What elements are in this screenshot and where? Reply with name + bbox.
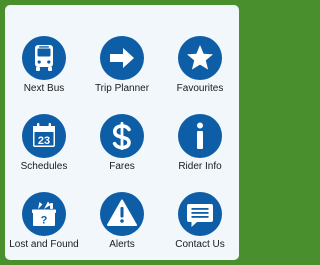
menu-grid: Next Bus Trip Planner Favourites 23 Sche… [5,5,239,260]
menu-item-schedules[interactable]: 23 Schedules [5,98,83,176]
info-icon [178,114,222,158]
lost-box-icon: ? [22,192,66,236]
lost-box-mark: ? [41,215,48,227]
app-panel: Next Bus Trip Planner Favourites 23 Sche… [5,5,239,260]
menu-item-label: Favourites [176,83,224,94]
menu-item-next-bus[interactable]: Next Bus [5,20,83,98]
calendar-icon: 23 [22,114,66,158]
arrow-right-icon [100,36,144,80]
warning-icon [100,192,144,236]
menu-item-label: Rider Info [178,161,222,172]
menu-item-favourites[interactable]: Favourites [161,20,239,98]
menu-item-label: Contact Us [175,239,225,250]
menu-item-contact-us[interactable]: Contact Us [161,176,239,254]
message-icon [178,192,222,236]
menu-item-fares[interactable]: Fares [83,98,161,176]
menu-item-lost-and-found[interactable]: ? Lost and Found [5,176,83,254]
calendar-day: 23 [38,135,50,147]
bus-icon [22,36,66,80]
menu-item-label: Alerts [109,239,135,250]
dollar-icon [100,114,144,158]
menu-item-rider-info[interactable]: Rider Info [161,98,239,176]
star-icon [178,36,222,80]
menu-item-alerts[interactable]: Alerts [83,176,161,254]
menu-item-trip-planner[interactable]: Trip Planner [83,20,161,98]
menu-item-label: Fares [109,161,135,172]
menu-item-label: Trip Planner [94,83,150,94]
